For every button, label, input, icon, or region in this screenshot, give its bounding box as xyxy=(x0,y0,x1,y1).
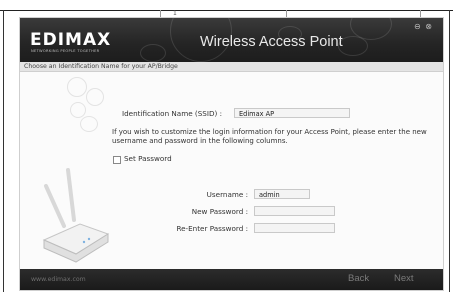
document-top-bar xyxy=(0,0,453,11)
reenter-password-label: Re-Enter Password : xyxy=(176,224,248,233)
background-decoration xyxy=(70,102,86,118)
window-controls[interactable]: ⊖ ⊗ xyxy=(414,22,433,31)
access-point-illustration xyxy=(42,168,110,263)
set-password-label: Set Password xyxy=(124,154,172,163)
logo-tagline: NETWORKING PEOPLE TOGETHER xyxy=(31,49,100,53)
wizard-content: Identification Name (SSID) : Edimax AP I… xyxy=(20,72,443,269)
window-footer: www.edimax.com Back Next xyxy=(20,269,443,290)
ssid-input[interactable]: Edimax AP xyxy=(234,108,350,118)
new-password-label: New Password : xyxy=(191,207,248,216)
wizard-window: EDIMAX NETWORKING PEOPLE TOGETHER Wirele… xyxy=(19,17,444,291)
website-link[interactable]: www.edimax.com xyxy=(31,276,86,283)
edimax-logo: EDIMAX xyxy=(30,30,112,50)
background-decoration xyxy=(80,116,98,132)
username-label: Username : xyxy=(206,190,248,199)
new-password-input[interactable] xyxy=(254,206,335,216)
background-decoration xyxy=(67,77,87,97)
ssid-label: Identification Name (SSID) : xyxy=(122,109,222,118)
document-divider xyxy=(420,10,421,17)
window-header: EDIMAX NETWORKING PEOPLE TOGETHER Wirele… xyxy=(20,18,443,62)
back-button[interactable]: Back xyxy=(348,273,369,284)
set-password-checkbox[interactable] xyxy=(113,156,121,164)
product-title: Wireless Access Point xyxy=(200,34,343,50)
document-divider xyxy=(160,10,161,17)
step-header: Choose an Identification Name for your A… xyxy=(20,62,443,72)
document-frame-right xyxy=(449,10,450,292)
next-button[interactable]: Next xyxy=(394,273,414,284)
reenter-password-input[interactable] xyxy=(254,223,335,233)
background-decoration xyxy=(86,88,104,106)
step-title: Choose an Identification Name for your A… xyxy=(24,63,178,70)
document-divider xyxy=(286,10,287,17)
document-fragment-mark: 1 xyxy=(173,10,177,17)
document-frame-left xyxy=(3,10,4,292)
header-decoration xyxy=(140,44,166,62)
instruction-text: If you wish to customize the login infor… xyxy=(112,128,427,145)
username-input[interactable]: admin xyxy=(254,189,310,199)
